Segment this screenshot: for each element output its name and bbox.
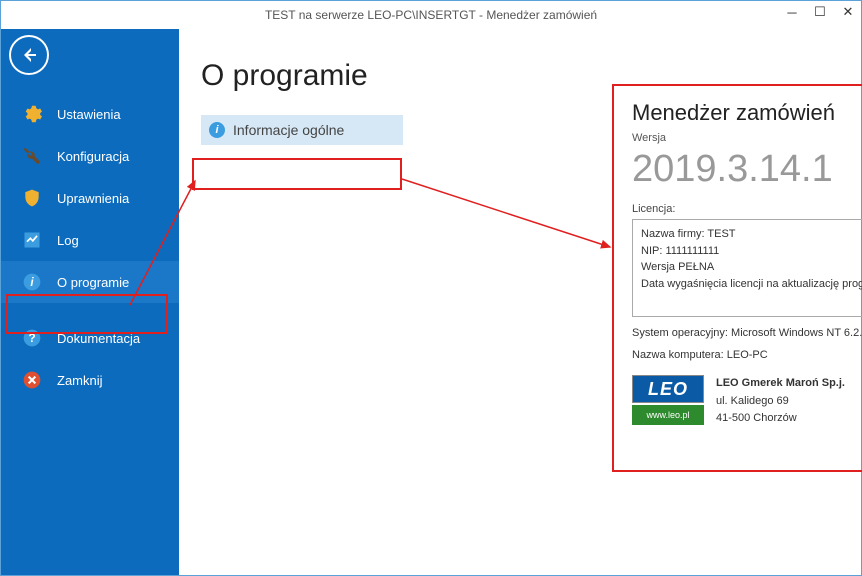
license-expiry: Data wygaśnięcia licencji na aktualizacj… xyxy=(641,276,862,293)
gear-icon xyxy=(21,103,43,125)
titlebar: TEST na serwerze LEO-PC\INSERTGT - Mened… xyxy=(1,1,861,29)
os-info: System operacyjny: Microsoft Windows NT … xyxy=(632,327,862,339)
window-title: TEST na serwerze LEO-PC\INSERTGT - Mened… xyxy=(1,8,861,22)
license-edition: Wersja PEŁNA xyxy=(641,259,862,276)
vendor-name: LEO Gmerek Maroń Sp.j. xyxy=(716,375,845,393)
sidebar-label: O programie xyxy=(57,275,129,290)
version-label: Wersja xyxy=(632,132,862,144)
product-name: Menedżer zamówień xyxy=(632,100,862,126)
sidebar-label: Ustawienia xyxy=(57,107,121,122)
logo-bottom: www.leo.pl xyxy=(632,405,704,425)
back-arrow-icon xyxy=(19,45,39,65)
svg-text:?: ? xyxy=(28,332,35,345)
sidebar-item-log[interactable]: Log xyxy=(1,219,179,261)
close-icon xyxy=(21,369,43,391)
sidebar-item-settings[interactable]: Ustawienia xyxy=(1,93,179,135)
sidebar-item-close[interactable]: Zamknij xyxy=(1,359,179,401)
license-box: Nazwa firmy: TEST NIP: 1111111111 Wersja… xyxy=(632,219,862,317)
sidebar-label: Log xyxy=(57,233,79,248)
sidebar-label: Dokumentacja xyxy=(57,331,140,346)
license-nip: NIP: 1111111111 xyxy=(641,243,862,260)
sidebar-item-config[interactable]: Konfiguracja xyxy=(1,135,179,177)
sidebar-label: Zamknij xyxy=(57,373,103,388)
log-icon xyxy=(21,229,43,251)
shield-icon xyxy=(21,187,43,209)
maximize-button[interactable]: ☐ xyxy=(813,5,827,19)
vendor-city: 41-500 Chorzów xyxy=(716,410,845,428)
close-window-button[interactable]: ✕ xyxy=(841,5,855,19)
tab-label: Informacje ogólne xyxy=(233,122,344,138)
version-number: 2019.3.14.1 xyxy=(632,148,862,191)
tab-general-info[interactable]: i Informacje ogólne xyxy=(201,115,403,145)
window-controls: ─ ☐ ✕ xyxy=(785,5,855,19)
sidebar: Ustawienia Konfiguracja Uprawnienia Log … xyxy=(1,29,179,575)
vendor-address: LEO Gmerek Maroń Sp.j. ul. Kalidego 69 4… xyxy=(716,375,845,428)
vendor-street: ul. Kalidego 69 xyxy=(716,393,845,411)
main-content: O programie i Informacje ogólne Menedżer… xyxy=(179,29,861,575)
info-panel: Menedżer zamówień Wersja 2019.3.14.1 Lic… xyxy=(612,84,862,472)
minimize-button[interactable]: ─ xyxy=(785,5,799,19)
sidebar-label: Konfiguracja xyxy=(57,149,129,164)
license-company: Nazwa firmy: TEST xyxy=(641,226,862,243)
sidebar-item-about[interactable]: i O programie xyxy=(1,261,179,303)
sidebar-label: Uprawnienia xyxy=(57,191,129,206)
info-small-icon: i xyxy=(209,122,225,138)
info-icon: i xyxy=(21,271,43,293)
sidebar-item-permissions[interactable]: Uprawnienia xyxy=(1,177,179,219)
sidebar-item-docs[interactable]: ? Dokumentacja xyxy=(1,317,179,359)
vendor-logo: LEO www.leo.pl xyxy=(632,375,704,425)
computer-name: Nazwa komputera: LEO-PC xyxy=(632,349,862,361)
license-label: Licencja: xyxy=(632,203,862,215)
help-icon: ? xyxy=(21,327,43,349)
logo-top: LEO xyxy=(632,375,704,403)
tools-icon xyxy=(21,145,43,167)
back-button[interactable] xyxy=(9,35,49,75)
